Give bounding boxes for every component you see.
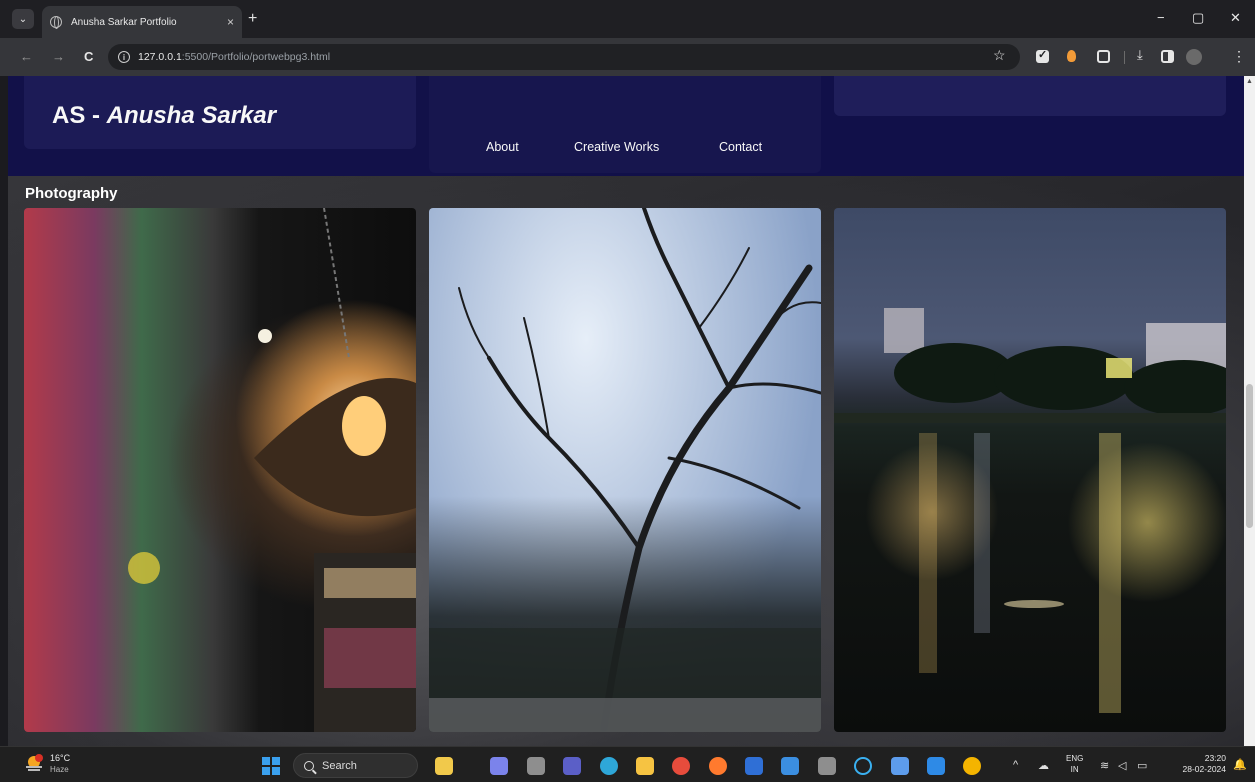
address-bar[interactable]: i 127.0.0.1:5500/Portfolio/portwebpg3.ht…	[108, 44, 1020, 70]
nav-creative-works[interactable]: Creative Works	[574, 140, 659, 154]
screen: ⌄ Anusha Sarkar Portfolio × + − ▢ ✕ ← → …	[0, 0, 1255, 782]
calculator-icon[interactable]	[818, 757, 836, 775]
side-panel-icon[interactable]	[1161, 50, 1174, 63]
back-button[interactable]: ←	[20, 49, 33, 64]
teams-icon[interactable]	[490, 757, 508, 775]
reload-button[interactable]: C	[84, 49, 93, 64]
new-tab-button[interactable]: +	[248, 10, 257, 28]
forward-button[interactable]: →	[52, 49, 65, 64]
explorer-icon[interactable]	[636, 757, 654, 775]
download-icon[interactable]: ⤓	[1137, 47, 1150, 62]
restore-button[interactable]: ▢	[1192, 10, 1204, 26]
nav-contact[interactable]: Contact	[719, 140, 762, 154]
clock-date: 28-02-2024	[1182, 764, 1226, 774]
profile-avatar[interactable]	[1186, 49, 1202, 65]
brand-initials: AS -	[52, 102, 107, 129]
weather-temperature: 16°C	[50, 753, 71, 763]
notification-bell-icon[interactable]: 🔔	[1233, 758, 1247, 771]
chrome-icon[interactable]	[672, 757, 690, 775]
photo-tree-art	[429, 208, 821, 732]
site-header: AS - Anusha Sarkar About Creative Works …	[8, 76, 1244, 176]
vscode-icon[interactable]	[927, 757, 945, 775]
tools-icon[interactable]	[891, 757, 909, 775]
photo-lamp[interactable]	[24, 208, 416, 732]
mail-icon[interactable]	[781, 757, 799, 775]
system-clock[interactable]: 23:20 28-02-2024	[1166, 753, 1226, 775]
extensions-puzzle-icon[interactable]	[1097, 50, 1110, 63]
photo-lamp-art	[128, 208, 416, 732]
globe-icon	[50, 16, 62, 29]
url-host: 127.0.0.1	[138, 51, 182, 63]
meet-icon[interactable]	[563, 757, 581, 775]
chrome2-icon[interactable]	[963, 757, 981, 775]
tab-close-button[interactable]: ×	[227, 15, 234, 29]
search-icon	[304, 760, 314, 771]
minimize-button[interactable]: −	[1157, 10, 1165, 25]
weather-haze-icon[interactable]	[24, 754, 44, 772]
close-window-button[interactable]: ✕	[1230, 10, 1241, 26]
header-decor-panel	[834, 76, 1226, 116]
toolbar-divider	[1124, 51, 1125, 64]
section-title: Photography	[25, 185, 118, 202]
nav-about[interactable]: About	[486, 140, 519, 154]
wifi-icon[interactable]: ≋	[1100, 759, 1109, 772]
taskbar-search[interactable]: Search	[293, 753, 418, 778]
cortana-icon[interactable]	[854, 757, 872, 775]
tab-search-button[interactable]: ⌄	[12, 9, 34, 29]
language-indicator[interactable]: ENG IN	[1066, 753, 1083, 775]
tab-strip: ⌄ Anusha Sarkar Portfolio × + − ▢ ✕	[0, 0, 1255, 38]
checklist-extension-icon[interactable]	[1036, 48, 1049, 63]
bookmark-star-icon[interactable]: ☆	[993, 47, 1006, 64]
edge-icon[interactable]	[600, 757, 618, 775]
scrollbar-thumb[interactable]	[1246, 384, 1253, 528]
active-tab[interactable]: Anusha Sarkar Portfolio ×	[42, 6, 242, 38]
tray-chevron-icon[interactable]: ^	[1013, 759, 1018, 771]
taskbar-search-label: Search	[322, 759, 357, 772]
site-logo[interactable]: AS - Anusha Sarkar	[52, 102, 276, 130]
clock-time: 23:20	[1204, 753, 1226, 763]
firefox-icon[interactable]	[709, 757, 727, 775]
browser-menu-icon[interactable]: ⋮	[1232, 48, 1246, 65]
files-icon[interactable]	[435, 757, 453, 775]
scroll-up-arrow-icon[interactable]: ▲	[1246, 78, 1253, 85]
fire-extension-icon[interactable]	[1067, 50, 1076, 62]
brand-name: Anusha Sarkar	[106, 102, 277, 129]
browser-toolbar: ← → C i 127.0.0.1:5500/Portfolio/portweb…	[0, 38, 1255, 76]
photo-tree[interactable]	[429, 208, 821, 732]
battery-icon[interactable]: ▭	[1137, 759, 1147, 772]
page-viewport: AS - Anusha Sarkar About Creative Works …	[8, 76, 1244, 746]
start-windows-icon[interactable]	[262, 757, 280, 775]
site-info-icon[interactable]: i	[118, 51, 130, 63]
tab-title: Anusha Sarkar Portfolio	[71, 16, 177, 28]
photo-lake[interactable]	[834, 208, 1226, 732]
taskbar: 16°C Haze Search ^ ☁ ENG IN ≋ ◁ ▭ 23:20 …	[0, 746, 1255, 782]
weather-description: Haze	[50, 765, 69, 774]
url-path: :5500/Portfolio/portwebpg3.html	[181, 51, 331, 63]
language-region: IN	[1070, 765, 1079, 774]
volume-icon[interactable]: ◁	[1118, 759, 1126, 772]
l-app-icon[interactable]	[745, 757, 763, 775]
nav-panel	[429, 76, 821, 173]
photo-lake-art	[834, 308, 1226, 713]
language-code: ENG	[1066, 754, 1084, 763]
onedrive-icon[interactable]: ☁	[1038, 759, 1049, 772]
task-view-icon[interactable]	[527, 757, 545, 775]
